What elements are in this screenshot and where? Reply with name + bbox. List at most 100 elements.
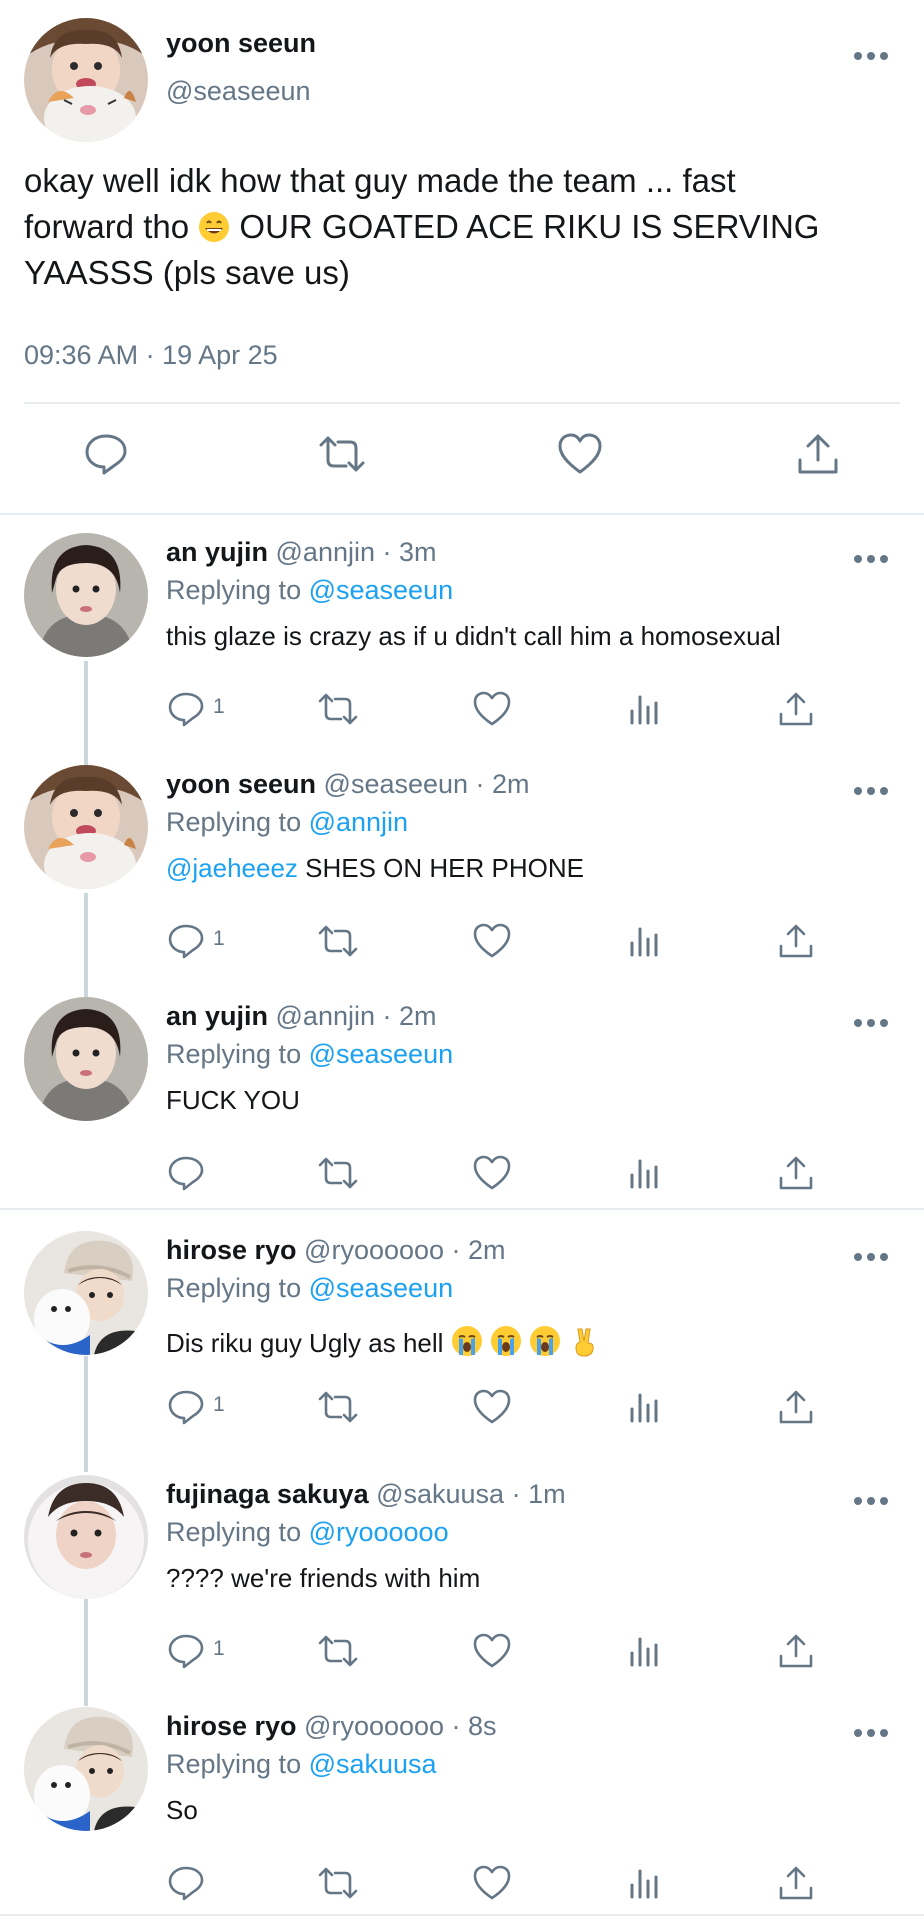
reply-tweet[interactable]: hirose ryo @ryoooooo · 2m Replying to @s… [0,1219,924,1451]
mention-link[interactable]: @jaeheeez [166,853,298,883]
share-icon[interactable] [776,1153,816,1193]
more-options-icon[interactable] [852,1019,892,1029]
replying-to: Replying to @seaseeun [166,575,453,606]
tweet-timestamp[interactable]: 09:36 AM · 19 Apr 25 [24,340,278,371]
avatar-hirose-ryo[interactable] [24,1231,148,1355]
like-icon[interactable] [472,1387,512,1427]
reply-text-body: So [166,1795,198,1825]
more-options-icon[interactable] [852,52,892,62]
divider [0,1208,924,1210]
retweet-icon[interactable] [318,430,366,478]
handle-and-time[interactable]: @annjin · 2m [268,1001,437,1031]
replying-to-label: Replying to [166,1039,309,1069]
replying-to-link[interactable]: @sakuusa [309,1749,437,1779]
retweet-icon[interactable] [318,689,358,729]
reply-tweet[interactable]: yoon seeun @seaseeun · 2m Replying to @a… [0,753,924,985]
reply-tweet[interactable]: hirose ryo @ryoooooo · 8s Replying to @s… [0,1695,924,1927]
tweet-text-line3: YAASSS (pls save us) [24,254,350,291]
handle-and-time[interactable]: @annjin · 3m [268,537,437,567]
reply-count: 1 [213,1637,225,1660]
replying-to-link[interactable]: @seaseeun [309,1039,454,1069]
analytics-icon[interactable] [624,689,664,729]
replying-to-link[interactable]: @ryoooooo [309,1517,449,1547]
avatar-yoon-seeun[interactable] [24,765,148,889]
reply-tweet[interactable]: an yujin @annjin · 3m Replying to @sease… [0,521,924,753]
replying-to-link[interactable]: @seaseeun [309,1273,454,1303]
author-name[interactable]: yoon seeun [166,769,316,799]
more-options-icon[interactable] [852,1497,892,1507]
like-icon[interactable] [472,1153,512,1193]
retweet-icon[interactable] [318,1863,358,1903]
victory-hand-emoji-icon [575,1328,594,1357]
reply-text-body: ???? we're friends with him [166,1563,481,1593]
author-name[interactable]: hirose ryo [166,1711,297,1741]
share-icon[interactable] [776,1631,816,1671]
reply-icon[interactable] [82,430,130,478]
handle-and-time[interactable]: @ryoooooo · 8s [297,1711,497,1741]
avatar-fujinaga-sakuya[interactable] [24,1475,148,1599]
like-icon[interactable] [472,689,512,729]
author-name[interactable]: fujinaga sakuya [166,1479,369,1509]
analytics-icon[interactable] [624,1863,664,1903]
avatar-hirose-ryo[interactable] [24,1707,148,1831]
author-name[interactable]: hirose ryo [166,1235,297,1265]
author-name[interactable]: yoon seeun [166,28,316,59]
reply-icon[interactable] [166,1863,206,1903]
analytics-icon[interactable] [624,1153,664,1193]
avatar-an-yujin[interactable] [24,997,148,1121]
reply-text: ???? we're friends with him [166,1563,480,1594]
reply-tweet[interactable]: fujinaga sakuya @sakuusa · 1m Replying t… [0,1463,924,1695]
replying-to: Replying to @seaseeun [166,1273,453,1304]
more-options-icon[interactable] [852,555,892,565]
loudly-crying-face-emoji-icon [451,1326,482,1356]
share-icon[interactable] [776,1387,816,1427]
more-options-icon[interactable] [852,787,892,797]
main-tweet: yoon seeun @seaseeun okay well idk how t… [0,0,924,515]
reply-icon[interactable] [166,689,206,729]
handle-and-time[interactable]: @seaseeun · 2m [316,769,530,799]
retweet-icon[interactable] [318,921,358,961]
share-icon[interactable] [776,1863,816,1903]
analytics-icon[interactable] [624,1387,664,1427]
like-icon[interactable] [556,430,604,478]
handle-and-time[interactable]: @ryoooooo · 2m [297,1235,506,1265]
share-icon[interactable] [794,430,842,478]
share-icon[interactable] [776,689,816,729]
avatar-yoon-seeun[interactable] [24,18,148,142]
reply-text-body: FUCK YOU [166,1085,300,1115]
retweet-icon[interactable] [318,1387,358,1427]
reply-icon[interactable] [166,1153,206,1193]
author-name[interactable]: an yujin [166,537,268,567]
replying-to-label: Replying to [166,575,309,605]
handle-and-time[interactable]: @sakuusa · 1m [369,1479,565,1509]
reply-text: this glaze is crazy as if u didn't call … [166,621,781,652]
replying-to-link[interactable]: @seaseeun [309,575,454,605]
retweet-icon[interactable] [318,1153,358,1193]
reply-icon[interactable] [166,1387,206,1427]
analytics-icon[interactable] [624,921,664,961]
like-icon[interactable] [472,1863,512,1903]
replying-to: Replying to @ryoooooo [166,1517,449,1548]
analytics-icon[interactable] [624,1631,664,1671]
reply-count: 1 [213,695,225,718]
more-options-icon[interactable] [852,1253,892,1263]
share-icon[interactable] [776,921,816,961]
like-icon[interactable] [472,1631,512,1671]
reply-tweet[interactable]: an yujin @annjin · 2m Replying to @sease… [0,985,924,1217]
replying-to-label: Replying to [166,1749,309,1779]
retweet-icon[interactable] [318,1631,358,1671]
like-icon[interactable] [472,921,512,961]
avatar-an-yujin[interactable] [24,533,148,657]
tweet-text: okay well idk how that guy made the team… [24,158,894,296]
more-options-icon[interactable] [852,1729,892,1739]
author-name[interactable]: an yujin [166,1001,268,1031]
reply-header: an yujin @annjin · 2m [166,1001,437,1032]
author-handle[interactable]: @seaseeun [166,76,311,107]
reply-text-body: SHES ON HER PHONE [297,853,584,883]
reply-text: @jaeheeez SHES ON HER PHONE [166,853,584,884]
replying-to-link[interactable]: @annjin [309,807,408,837]
reply-text-body: Dis riku guy Ugly as hell [166,1328,451,1358]
reply-count: 1 [213,927,225,950]
reply-icon[interactable] [166,921,206,961]
reply-icon[interactable] [166,1631,206,1671]
